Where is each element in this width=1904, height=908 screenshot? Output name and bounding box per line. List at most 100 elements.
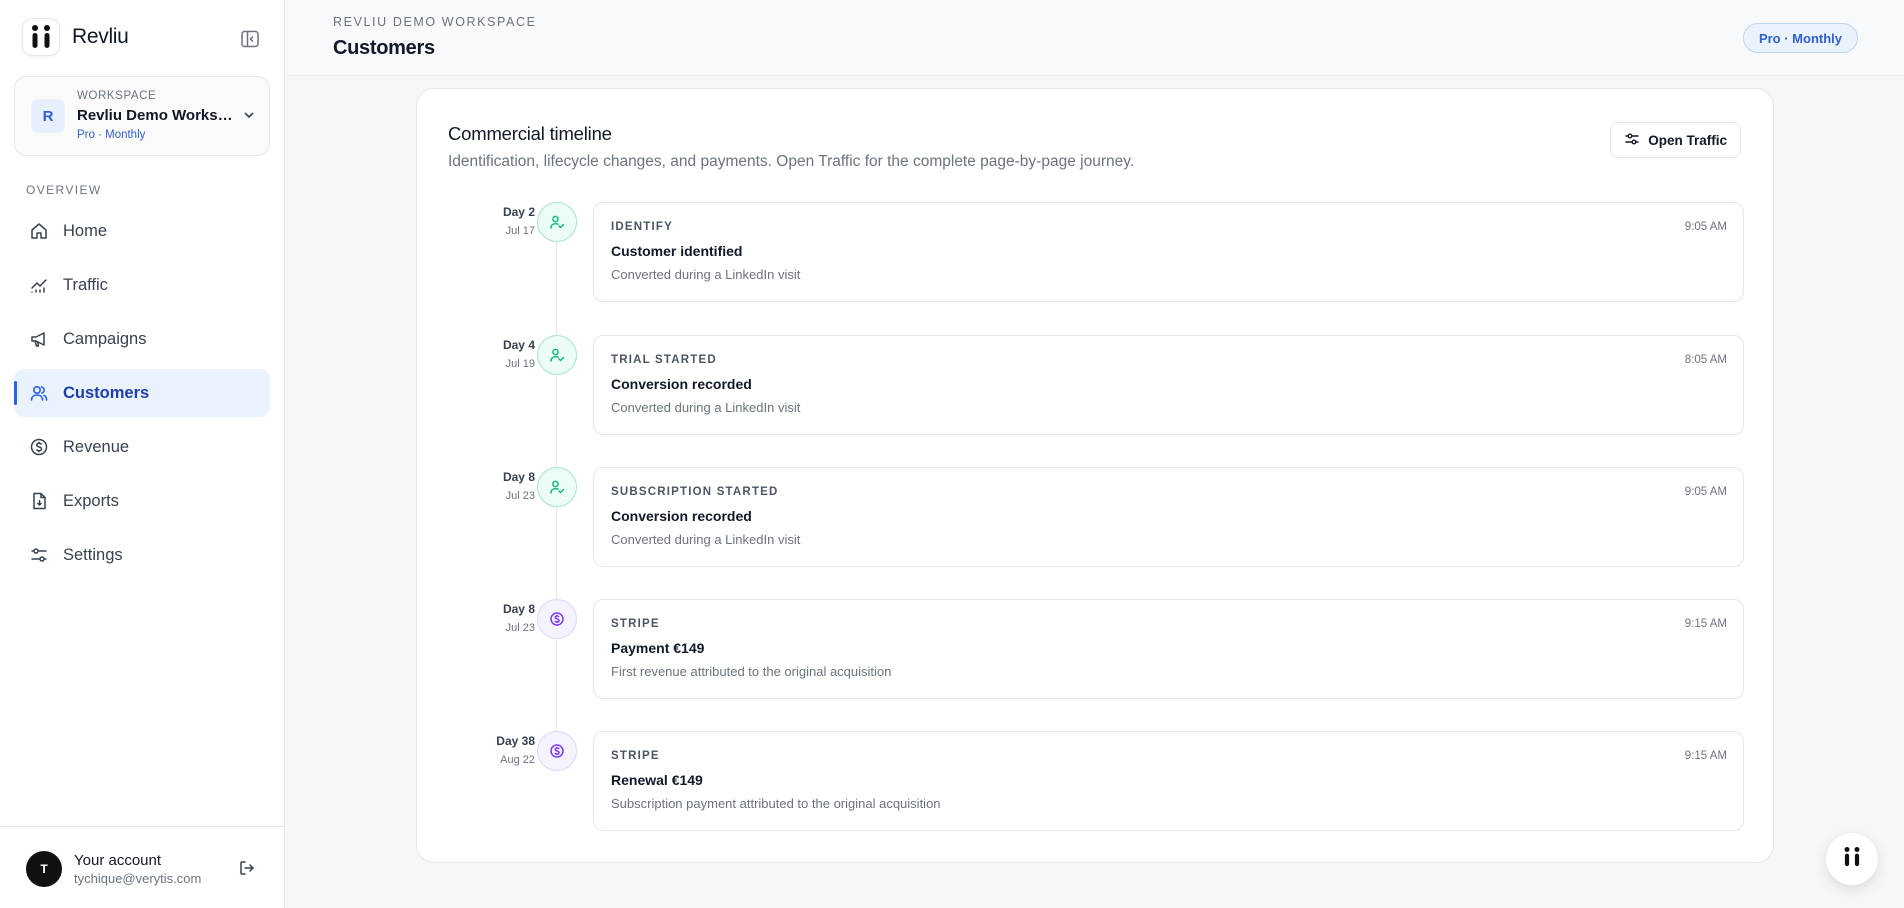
chevron-down-icon	[241, 107, 257, 128]
event-description: Subscription payment attributed to the o…	[611, 796, 941, 811]
timeline-subtitle: Identification, lifecycle changes, and p…	[448, 153, 1135, 170]
home-icon	[28, 220, 50, 242]
page-title: Customers	[333, 37, 435, 59]
dollar-circle-icon	[537, 599, 577, 639]
chart-line-icon	[28, 274, 50, 296]
event-time: 8:05 AM	[1684, 354, 1727, 366]
help-launcher-button[interactable]	[1826, 833, 1878, 885]
event-card[interactable]: TRIAL STARTED 8:05 AM Conversion recorde…	[593, 335, 1744, 435]
event-day-number: Day 4	[502, 338, 535, 352]
timeline-event: Day 38 Aug 22 STRIPE 9:15 AM Renewal €14…	[417, 731, 1773, 831]
event-type: SUBSCRIPTION STARTED	[611, 486, 779, 498]
megaphone-icon	[28, 328, 50, 350]
event-type: STRIPE	[611, 750, 660, 762]
timeline-event: Day 2 Jul 17 IDENTIFY 9:05 AM Customer i…	[417, 202, 1773, 302]
sidebar-item-exports[interactable]: Exports	[14, 477, 270, 525]
event-date: Jul 23	[505, 490, 535, 502]
sidebar-item-traffic[interactable]: Traffic	[14, 261, 270, 309]
event-card[interactable]: STRIPE 9:15 AM Renewal €149 Subscription…	[593, 731, 1744, 831]
logout-icon[interactable]	[238, 859, 256, 882]
sidebar-item-revenue[interactable]: Revenue	[14, 423, 270, 471]
sidebar-item-campaigns[interactable]: Campaigns	[14, 315, 270, 363]
event-date: Jul 19	[505, 358, 535, 370]
sliders-icon	[28, 544, 50, 566]
timeline-event: Day 8 Jul 23 SUBSCRIPTION STARTED 9:05 A…	[417, 467, 1773, 567]
event-description: Converted during a LinkedIn visit	[611, 267, 801, 282]
brand[interactable]: Revliu	[22, 18, 129, 56]
event-type: TRIAL STARTED	[611, 354, 717, 366]
user-check-icon	[537, 202, 577, 242]
event-day-number: Day 8	[502, 470, 535, 484]
avatar[interactable]: T	[26, 851, 62, 887]
event-date: Jul 17	[505, 225, 535, 237]
event-title: Conversion recorded	[611, 376, 752, 392]
event-description: Converted during a LinkedIn visit	[611, 400, 801, 415]
dollar-circle-icon	[28, 436, 50, 458]
sidebar-item-label: Customers	[63, 383, 150, 402]
event-description: First revenue attributed to the original…	[611, 664, 892, 679]
sidebar: Revliu R WORKSPACE Revliu Demo Workspace…	[0, 0, 285, 908]
event-time: 9:15 AM	[1684, 618, 1727, 630]
event-title: Payment €149	[611, 640, 705, 656]
event-description: Converted during a LinkedIn visit	[611, 532, 801, 547]
workspace-plan: Pro · Monthly	[77, 129, 146, 141]
workspace-name: Revliu Demo Workspace	[77, 107, 237, 124]
sidebar-item-label: Home	[63, 221, 108, 240]
event-type: STRIPE	[611, 618, 660, 630]
timeline-event: Day 8 Jul 23 STRIPE 9:15 AM Payment €149…	[417, 599, 1773, 699]
event-date: Aug 22	[500, 754, 535, 766]
event-day: Day 4 Jul 19	[503, 338, 535, 370]
sidebar-item-settings[interactable]: Settings	[14, 531, 270, 579]
timeline-title: Commercial timeline	[448, 123, 612, 144]
commercial-timeline-card: Commercial timeline Identification, life…	[416, 88, 1774, 863]
event-time: 9:05 AM	[1684, 221, 1727, 233]
event-day: Day 8 Jul 23	[503, 470, 535, 502]
event-title: Customer identified	[611, 243, 743, 259]
page-header: REVLIU DEMO WORKSPACE Customers Pro · Mo…	[286, 0, 1904, 76]
event-card[interactable]: IDENTIFY 9:05 AM Customer identified Con…	[593, 202, 1744, 302]
event-day-number: Day 8	[502, 602, 535, 616]
sidebar-item-label: Revenue	[63, 437, 130, 456]
event-time: 9:05 AM	[1684, 486, 1727, 498]
account-email: tychique@verytis.com	[74, 871, 202, 886]
plan-badge[interactable]: Pro · Monthly	[1742, 23, 1858, 53]
timeline-event: Day 4 Jul 19 TRIAL STARTED 8:05 AM Conve…	[417, 335, 1773, 435]
sidebar-item-home[interactable]: Home	[14, 207, 270, 255]
open-traffic-label: Open Traffic	[1648, 132, 1727, 148]
nav-section-title: OVERVIEW	[26, 183, 102, 197]
event-card[interactable]: SUBSCRIPTION STARTED 9:05 AM Conversion …	[593, 467, 1744, 567]
workspace-label: WORKSPACE	[77, 90, 157, 102]
event-title: Renewal €149	[611, 772, 703, 788]
sidebar-item-label: Exports	[63, 491, 119, 510]
sliders-icon	[1624, 131, 1640, 150]
users-icon	[28, 382, 50, 404]
user-check-icon	[537, 467, 577, 507]
event-day: Day 38 Aug 22	[496, 734, 535, 766]
event-day: Day 2 Jul 17	[503, 205, 535, 237]
account-panel: T Your account tychique@verytis.com	[0, 826, 285, 908]
event-title: Conversion recorded	[611, 508, 752, 524]
account-name: Your account	[74, 852, 162, 869]
event-card[interactable]: STRIPE 9:15 AM Payment €149 First revenu…	[593, 599, 1744, 699]
revliu-logo-icon	[22, 18, 60, 56]
brand-name: Revliu	[72, 25, 129, 48]
sidebar-item-label: Campaigns	[63, 329, 147, 348]
workspace-switcher[interactable]: R WORKSPACE Revliu Demo Workspace Pro · …	[14, 76, 270, 156]
event-day-number: Day 38	[496, 734, 535, 748]
sidebar-item-label: Settings	[63, 545, 123, 564]
event-time: 9:15 AM	[1684, 750, 1727, 762]
sidebar-item-label: Traffic	[63, 275, 108, 294]
workspace-avatar: R	[31, 99, 65, 133]
event-day: Day 8 Jul 23	[503, 602, 535, 634]
user-check-icon	[537, 335, 577, 375]
event-date: Jul 23	[505, 622, 535, 634]
revliu-logo-icon	[1842, 846, 1862, 873]
sidebar-nav: Home Traffic Campaigns Customers Revenue	[14, 207, 270, 585]
event-day-number: Day 2	[502, 205, 535, 219]
sidebar-collapse-icon[interactable]	[238, 27, 262, 51]
sidebar-item-customers[interactable]: Customers	[14, 369, 270, 417]
file-export-icon	[28, 490, 50, 512]
event-type: IDENTIFY	[611, 221, 673, 233]
dollar-circle-icon	[537, 731, 577, 771]
open-traffic-button[interactable]: Open Traffic	[1610, 122, 1741, 158]
